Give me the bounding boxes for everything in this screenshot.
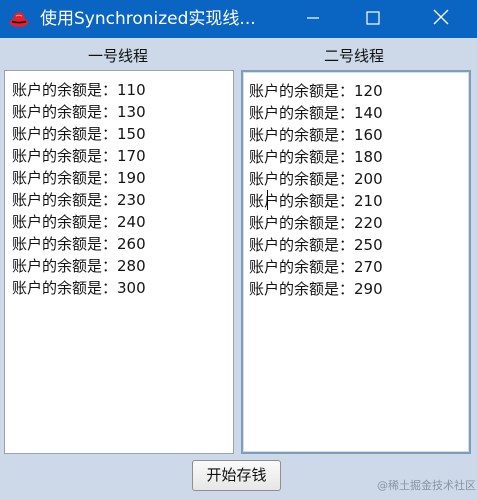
thread-one-log-textarea[interactable]: 账户的余额是：110 账户的余额是：130 账户的余额是：150 账户的余额是：… bbox=[4, 70, 234, 454]
log-line: 账户的余额是：150 bbox=[12, 125, 146, 143]
log-line: 账户的余额是：180 bbox=[249, 148, 383, 166]
log-line: 账户的余额是：160 bbox=[249, 126, 383, 144]
watermark: @稀土掘金技术社区 bbox=[377, 479, 476, 492]
log-line: 账户的余额是：170 bbox=[12, 147, 146, 165]
thread-two-log-textarea[interactable]: 账户的余额是：120 账户的余额是：140 账户的余额是：160 账户的余额是：… bbox=[241, 70, 471, 454]
log-line: 账户的余额是：280 bbox=[12, 257, 146, 275]
title-bar[interactable]: 使用Synchronized实现线... bbox=[0, 0, 477, 38]
log-line: 账户的余额是：300 bbox=[12, 279, 146, 297]
maximize-icon bbox=[366, 10, 380, 29]
close-icon bbox=[433, 9, 449, 29]
log-line: 账户的余额是：270 bbox=[249, 258, 383, 276]
close-button[interactable] bbox=[410, 0, 472, 38]
log-line: 账户的余额是：190 bbox=[12, 169, 146, 187]
log-line: 账户的余额是：230 bbox=[12, 191, 146, 209]
redhat-logo-icon bbox=[9, 10, 29, 28]
log-line: 账户的余额是：140 bbox=[249, 104, 383, 122]
thread-two-header: 二号线程 bbox=[324, 47, 385, 65]
log-line: 账户的余额是：130 bbox=[12, 103, 146, 121]
maximize-button[interactable] bbox=[342, 0, 404, 38]
log-line: 账户的余额是：250 bbox=[249, 236, 383, 254]
text-caret bbox=[267, 190, 268, 210]
log-line: 账户的余额是：110 bbox=[12, 81, 146, 99]
log-line: 账户的余额是：200 bbox=[249, 170, 383, 188]
log-line: 账户的余额是：260 bbox=[12, 235, 146, 253]
window-title: 使用Synchronized实现线... bbox=[40, 9, 256, 29]
minimize-button[interactable] bbox=[282, 0, 344, 38]
minimize-icon bbox=[306, 10, 320, 29]
log-line: 账户的余额是：210 bbox=[249, 192, 383, 210]
app-window: 使用Synchronized实现线... 一号线程 二号线程 账户的余额是：11… bbox=[0, 0, 477, 500]
log-line: 账户的余额是：240 bbox=[12, 213, 146, 231]
thread-one-header: 一号线程 bbox=[88, 47, 149, 65]
start-deposit-button[interactable]: 开始存钱 bbox=[192, 460, 281, 491]
log-line: 账户的余额是：120 bbox=[249, 82, 383, 100]
log-line: 账户的余额是：220 bbox=[249, 214, 383, 232]
log-line: 账户的余额是：290 bbox=[249, 280, 383, 298]
